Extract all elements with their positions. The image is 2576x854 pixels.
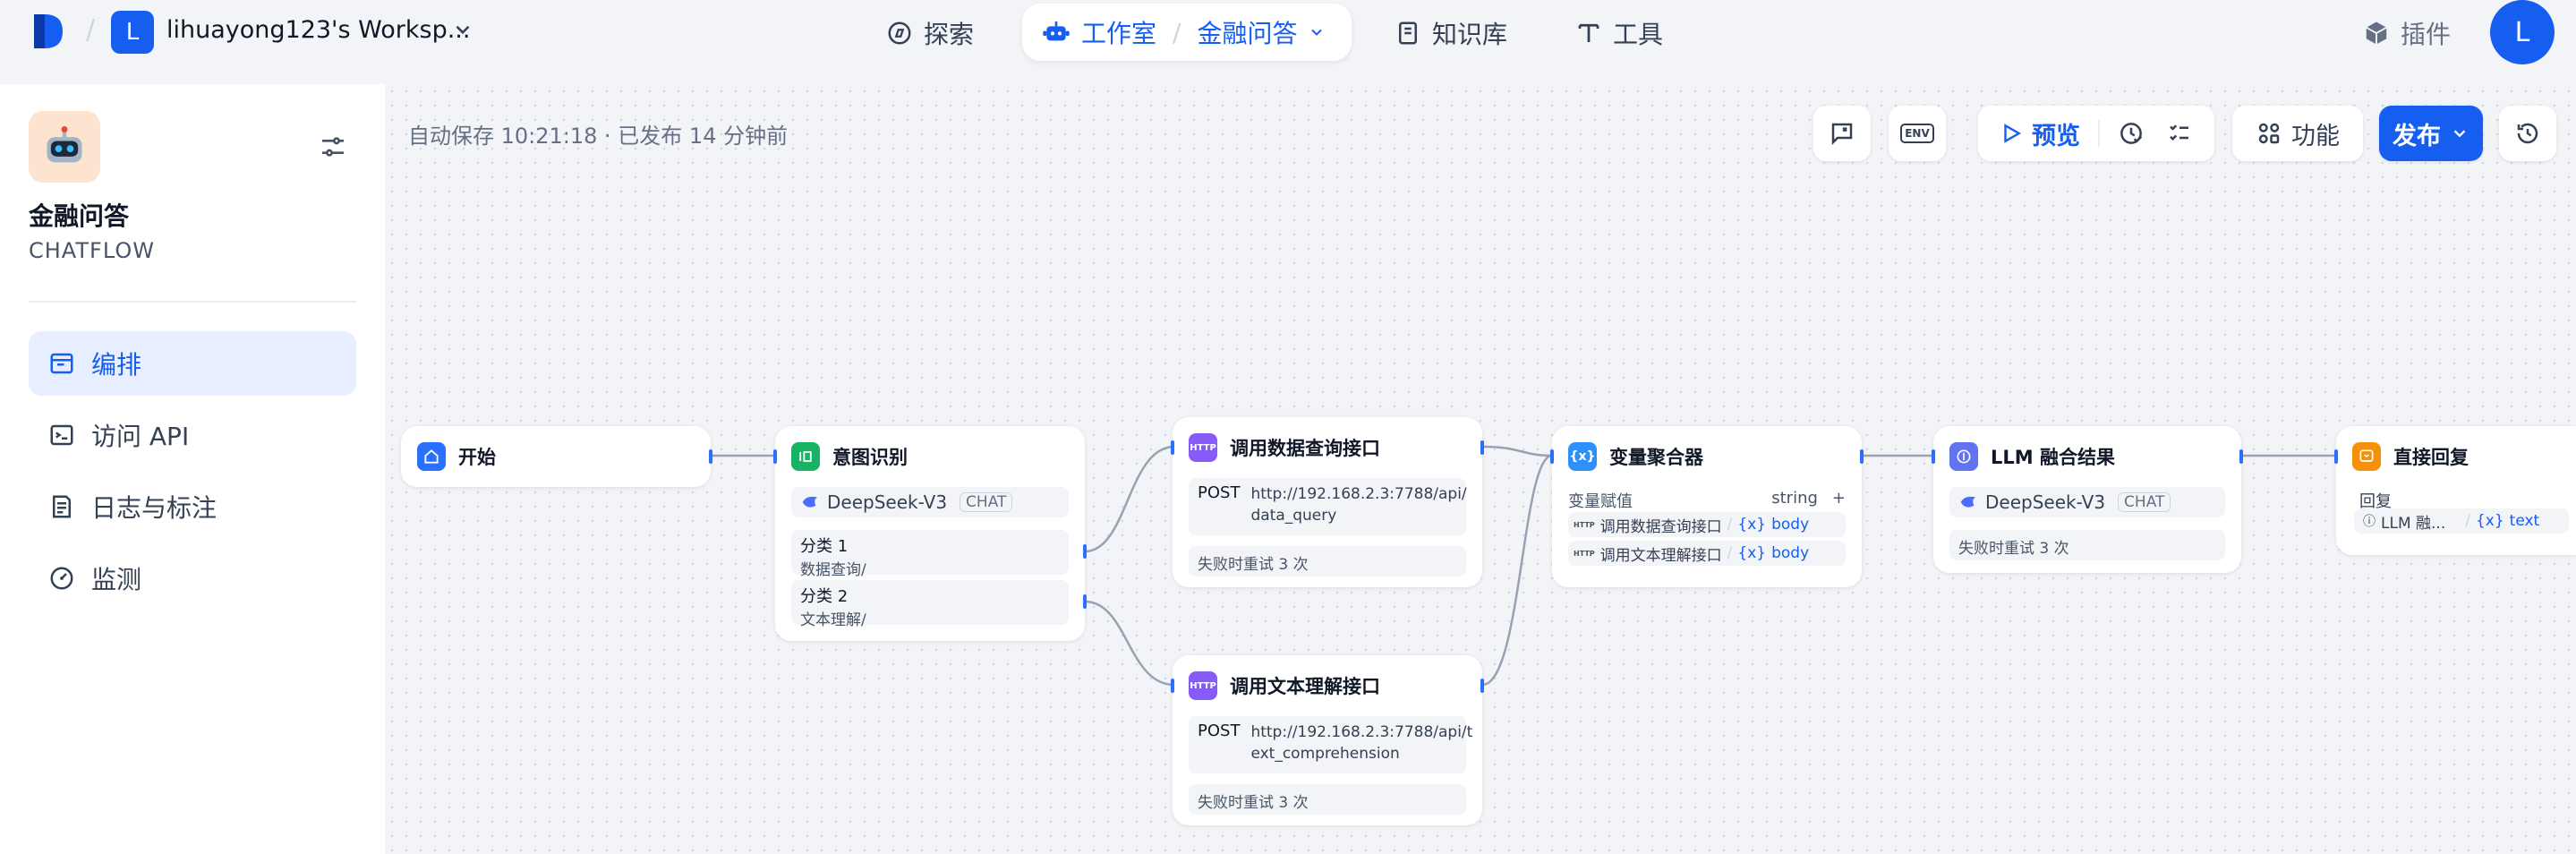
node-answer-header: 直接回复 bbox=[2352, 442, 2469, 471]
edge-class2-http2 bbox=[1084, 600, 1175, 687]
http-url-line: http://192.168.2.3:7788/api/t bbox=[1250, 723, 1473, 741]
model-tag: CHAT bbox=[2118, 492, 2171, 512]
node-title: 调用数据查询接口 bbox=[1230, 438, 1380, 459]
http-icon: HTTP bbox=[1189, 433, 1217, 462]
variable-name: body bbox=[1771, 544, 1810, 562]
node-http2-header: HTTP 调用文本理解接口 bbox=[1189, 671, 1380, 700]
aggregator-type: string bbox=[1771, 489, 1818, 508]
aggregator-label-row: 变量赋值 string + bbox=[1568, 489, 1846, 512]
aggregator-label: 变量赋值 bbox=[1568, 492, 1633, 511]
aggregated-variable: HTTP 调用数据查询接口 / {x} body bbox=[1568, 512, 1846, 537]
edge-http1-aggregator bbox=[1481, 445, 1553, 457]
add-variable-button[interactable]: + bbox=[1832, 489, 1846, 508]
node-answer[interactable]: 直接回复 回复 ⓘ LLM 融... / {x} text bbox=[2334, 426, 2576, 555]
input-handle[interactable] bbox=[1550, 449, 1554, 464]
variable-source: LLM 融... bbox=[2381, 514, 2446, 533]
node-title: 直接回复 bbox=[2393, 447, 2469, 468]
node-aggregator-header: {x} 变量聚合器 bbox=[1568, 442, 1703, 471]
variable-icon: {x} bbox=[1568, 442, 1597, 471]
node-title: 变量聚合器 bbox=[1609, 447, 1703, 468]
class-item: 分类 1 数据查询/ bbox=[791, 530, 1069, 579]
home-icon bbox=[417, 442, 446, 471]
request-row: POST http://192.168.2.3:7788/api/ data_q… bbox=[1189, 478, 1467, 535]
input-handle[interactable] bbox=[1932, 449, 1935, 464]
node-http1-header: HTTP 调用数据查询接口 bbox=[1189, 433, 1380, 462]
variable-icon: {x} bbox=[1737, 516, 1767, 534]
node-start-header: 开始 bbox=[417, 442, 496, 471]
output-handle[interactable] bbox=[1083, 544, 1087, 559]
node-classifier[interactable]: 意图识别 DeepSeek-V3 CHAT 分类 1 数据查询/ 分类 2 文本… bbox=[773, 426, 1087, 641]
deepseek-icon bbox=[802, 496, 818, 508]
node-title: 意图识别 bbox=[832, 447, 908, 468]
retry-row: 失败时重试 3 次 bbox=[1949, 530, 2225, 560]
answer-variable: ⓘ LLM 融... / {x} text bbox=[2354, 508, 2569, 534]
node-http-text-comprehension[interactable]: HTTP 调用文本理解接口 POST http://192.168.2.3:77… bbox=[1171, 655, 1484, 825]
separator: / bbox=[1727, 516, 1733, 534]
class-desc: 文本理解/ bbox=[800, 611, 866, 629]
separator: / bbox=[2465, 512, 2470, 530]
node-variable-aggregator[interactable]: {x} 变量聚合器 变量赋值 string + HTTP 调用数据查询接口 / {… bbox=[1550, 426, 1864, 587]
input-handle[interactable] bbox=[1171, 440, 1174, 455]
reply-icon bbox=[2352, 442, 2381, 471]
variable-source: 调用数据查询接口 bbox=[1599, 517, 1722, 536]
output-handle[interactable] bbox=[1083, 594, 1087, 609]
class-name: 分类 1 bbox=[800, 537, 849, 556]
model-row: DeepSeek-V3 CHAT bbox=[1949, 487, 2225, 517]
model-row: DeepSeek-V3 CHAT bbox=[791, 487, 1069, 517]
http-url: http://192.168.2.3:7788/api/t ext_compre… bbox=[1250, 722, 1472, 768]
http-url: http://192.168.2.3:7788/api/ data_query bbox=[1250, 483, 1466, 530]
request-row: POST http://192.168.2.3:7788/api/t ext_c… bbox=[1189, 716, 1472, 773]
variable-icon: {x} bbox=[2475, 512, 2504, 530]
http-icon: HTTP bbox=[1189, 671, 1217, 700]
input-handle[interactable] bbox=[773, 449, 777, 464]
input-handle[interactable] bbox=[2334, 449, 2338, 464]
node-http-data-query[interactable]: HTTP 调用数据查询接口 POST http://192.168.2.3:77… bbox=[1171, 417, 1484, 587]
http-icon: HTTP bbox=[1574, 520, 1595, 529]
variable-source: 调用文本理解接口 bbox=[1599, 546, 1722, 565]
class-name: 分类 2 bbox=[800, 587, 849, 606]
deepseek-icon bbox=[1960, 496, 1976, 508]
classifier-icon bbox=[791, 442, 820, 471]
node-start[interactable]: 开始 bbox=[401, 426, 712, 487]
node-classifier-header: 意图识别 bbox=[791, 442, 908, 471]
node-title: 调用文本理解接口 bbox=[1230, 676, 1380, 697]
llm-icon bbox=[1949, 442, 1978, 471]
http-icon: HTTP bbox=[1574, 549, 1595, 558]
http-url-line: http://192.168.2.3:7788/api/ bbox=[1250, 485, 1467, 503]
model-name: DeepSeek-V3 bbox=[1985, 491, 2106, 513]
output-handle[interactable] bbox=[709, 449, 712, 464]
output-handle[interactable] bbox=[1480, 440, 1484, 455]
output-handle[interactable] bbox=[1480, 679, 1484, 693]
model-tag: CHAT bbox=[960, 492, 1013, 512]
variable-name: text bbox=[2509, 512, 2540, 530]
node-llm-header: LLM 融合结果 bbox=[1949, 442, 2115, 471]
http-url-line: ext_comprehension bbox=[1250, 745, 1400, 763]
edge-http2-aggregator bbox=[1481, 454, 1553, 687]
class-desc: 数据查询/ bbox=[800, 561, 866, 579]
output-handle[interactable] bbox=[1860, 449, 1864, 464]
retry-row: 失败时重试 3 次 bbox=[1189, 546, 1466, 576]
http-method: POST bbox=[1198, 483, 1241, 502]
node-title: 开始 bbox=[458, 447, 496, 468]
variable-name: body bbox=[1771, 516, 1810, 534]
llm-icon: ⓘ bbox=[2363, 515, 2376, 529]
model-name: DeepSeek-V3 bbox=[827, 491, 948, 513]
retry-row: 失败时重试 3 次 bbox=[1189, 784, 1466, 815]
variable-icon: {x} bbox=[1737, 544, 1767, 562]
edge-class1-http1 bbox=[1084, 445, 1175, 553]
separator: / bbox=[1727, 544, 1733, 562]
aggregator-type-group: string + bbox=[1771, 489, 1846, 512]
node-llm[interactable]: LLM 融合结果 DeepSeek-V3 CHAT 失败时重试 3 次 bbox=[1932, 426, 2243, 573]
output-handle[interactable] bbox=[2239, 449, 2243, 464]
node-title: LLM 融合结果 bbox=[1991, 447, 2115, 468]
aggregated-variable: HTTP 调用文本理解接口 / {x} body bbox=[1568, 541, 1846, 566]
http-method: POST bbox=[1198, 722, 1241, 740]
input-handle[interactable] bbox=[1171, 679, 1174, 693]
class-item: 分类 2 文本理解/ bbox=[791, 580, 1069, 629]
http-url-line: data_query bbox=[1250, 507, 1337, 525]
